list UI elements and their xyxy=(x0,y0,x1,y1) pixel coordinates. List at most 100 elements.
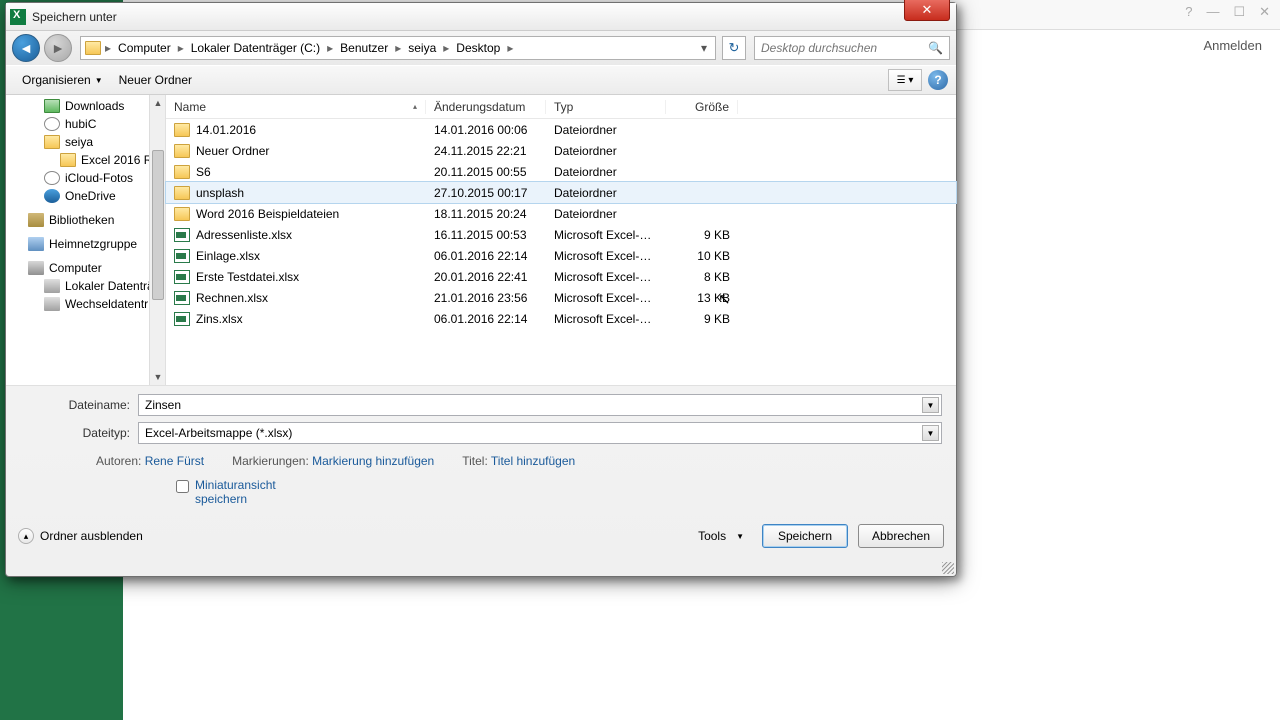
tags-value[interactable]: Markierung hinzufügen xyxy=(312,454,434,468)
file-date: 14.01.2016 00:06 xyxy=(426,123,546,137)
breadcrumb-dropdown[interactable]: ▾ xyxy=(697,41,711,55)
chevron-right-icon[interactable]: ▸ xyxy=(393,41,403,55)
tree-item[interactable]: OneDrive xyxy=(6,187,165,205)
file-row[interactable]: Einlage.xlsx 06.01.2016 22:14 Microsoft … xyxy=(166,245,956,266)
excel-window-controls: ? — ☐ ✕ xyxy=(1185,4,1270,20)
dl-icon xyxy=(44,99,60,113)
tree-item[interactable]: Downloads xyxy=(6,97,165,115)
tools-dropdown[interactable]: Tools▼ xyxy=(690,525,752,547)
folder-icon xyxy=(174,186,190,200)
file-type: Microsoft Excel-Ar... xyxy=(546,312,666,326)
scroll-thumb[interactable] xyxy=(152,150,164,300)
hide-folders-toggle[interactable]: ▴ Ordner ausblenden xyxy=(18,528,143,544)
tree-item[interactable]: Lokaler Datenträg xyxy=(6,277,165,295)
file-name: unsplash xyxy=(196,186,244,200)
tree-item[interactable]: iCloud-Fotos xyxy=(6,169,165,187)
file-row[interactable]: unsplash 27.10.2015 00:17 Dateiordner xyxy=(166,182,956,203)
file-type: Dateiordner xyxy=(546,123,666,137)
chevron-right-icon[interactable]: ▸ xyxy=(176,41,186,55)
tree-item-label: seiya xyxy=(65,135,93,149)
chevron-down-icon: ▼ xyxy=(736,532,744,541)
tree-item[interactable]: Heimnetzgruppe xyxy=(6,235,165,253)
toolbar: Organisieren▼ Neuer Ordner ☰ ▾ ? xyxy=(6,65,956,95)
chevron-down-icon[interactable]: ▼ xyxy=(922,425,939,441)
authors-value[interactable]: Rene Fürst xyxy=(145,454,204,468)
cancel-button[interactable]: Abbrechen xyxy=(858,524,944,548)
sign-in-link[interactable]: Anmelden xyxy=(1203,38,1262,53)
file-name: S6 xyxy=(196,165,211,179)
file-row[interactable]: Adressenliste.xlsx 16.11.2015 00:53 Micr… xyxy=(166,224,956,245)
close-button[interactable]: ✕ xyxy=(904,0,950,21)
breadcrumb-item[interactable]: Desktop xyxy=(453,41,503,55)
file-name: Neuer Ordner xyxy=(196,144,269,158)
tree-item[interactable]: Wechseldatentr xyxy=(6,295,165,313)
title-meta-label: Titel: xyxy=(462,454,488,468)
file-date: 16.11.2015 00:53 xyxy=(426,228,546,242)
organize-button[interactable]: Organisieren▼ xyxy=(14,70,111,90)
column-name[interactable]: Name▴ xyxy=(166,100,426,114)
file-row[interactable]: Erste Testdatei.xlsx 20.01.2016 22:41 Mi… xyxy=(166,266,956,287)
file-row[interactable]: Word 2016 Beispieldateien 18.11.2015 20:… xyxy=(166,203,956,224)
navigation-tree: DownloadshubiC seiya Excel 2016 Rechn iClou… xyxy=(6,95,166,385)
title-meta-value[interactable]: Titel hinzufügen xyxy=(491,454,575,468)
maximize-icon[interactable]: ☐ xyxy=(1233,4,1245,20)
breadcrumb-item[interactable]: Computer xyxy=(115,41,174,55)
scroll-up-icon[interactable]: ▲ xyxy=(150,95,166,111)
tree-scrollbar[interactable]: ▲▼ xyxy=(149,95,165,385)
file-row[interactable]: Neuer Ordner 24.11.2015 22:21 Dateiordne… xyxy=(166,140,956,161)
file-size: 10 KB xyxy=(666,249,738,263)
refresh-button[interactable]: ↻ xyxy=(722,36,746,60)
tree-item[interactable]: seiya xyxy=(6,133,165,151)
new-folder-button[interactable]: Neuer Ordner xyxy=(111,70,200,90)
column-size[interactable]: Größe xyxy=(666,100,738,114)
file-row[interactable]: S6 20.11.2015 00:55 Dateiordner xyxy=(166,161,956,182)
file-row[interactable]: Zins.xlsx 06.01.2016 22:14 Microsoft Exc… xyxy=(166,308,956,329)
tree-item[interactable]: Computer xyxy=(6,259,165,277)
filename-combo[interactable]: ▼ xyxy=(138,394,942,416)
folder-icon xyxy=(44,135,60,149)
folder-icon xyxy=(85,41,101,55)
search-input[interactable] xyxy=(761,41,928,55)
breadcrumb-item[interactable]: Lokaler Datenträger (C:) xyxy=(188,41,323,55)
file-name: Adressenliste.xlsx xyxy=(196,228,292,242)
chevron-right-icon[interactable]: ▸ xyxy=(103,41,113,55)
file-type: Dateiordner xyxy=(546,207,666,221)
help-icon[interactable]: ? xyxy=(1185,4,1192,20)
minimize-icon[interactable]: — xyxy=(1206,4,1219,20)
view-options-button[interactable]: ☰ ▾ xyxy=(888,69,922,91)
filetype-combo[interactable]: Excel-Arbeitsmappe (*.xlsx) ▼ xyxy=(138,422,942,444)
chevron-right-icon[interactable]: ▸ xyxy=(441,41,451,55)
file-row[interactable]: Rechnen.xlsx 21.01.2016 23:56 Microsoft … xyxy=(166,287,956,308)
folder-icon xyxy=(174,123,190,137)
chevron-right-icon[interactable]: ▸ xyxy=(505,41,515,55)
dialog-titlebar: Speichern unter ✕ xyxy=(6,3,956,31)
file-size: 9 KB xyxy=(666,228,738,242)
thumbnail-checkbox[interactable] xyxy=(176,480,189,493)
breadcrumb[interactable]: ▸ Computer ▸ Lokaler Datenträger (C:) ▸ … xyxy=(80,36,716,60)
breadcrumb-item[interactable]: seiya xyxy=(405,41,439,55)
navigation-bar: ◄ ► ▸ Computer ▸ Lokaler Datenträger (C:… xyxy=(6,31,956,65)
column-date[interactable]: Änderungsdatum xyxy=(426,100,546,114)
scroll-down-icon[interactable]: ▼ xyxy=(150,369,166,385)
chevron-right-icon[interactable]: ▸ xyxy=(325,41,335,55)
file-row[interactable]: 14.01.2016 14.01.2016 00:06 Dateiordner xyxy=(166,119,956,140)
tree-item[interactable]: hubiC xyxy=(6,115,165,133)
save-as-dialog: Speichern unter ✕ ◄ ► ▸ Computer ▸ Lokal… xyxy=(5,2,957,577)
help-button[interactable]: ? xyxy=(928,70,948,90)
breadcrumb-item[interactable]: Benutzer xyxy=(337,41,391,55)
save-button[interactable]: Speichern xyxy=(762,524,848,548)
tree-item[interactable]: Bibliotheken xyxy=(6,211,165,229)
filename-input[interactable] xyxy=(145,398,935,412)
close-icon[interactable]: ✕ xyxy=(1259,4,1270,20)
resize-grip[interactable] xyxy=(942,562,954,574)
search-box[interactable]: 🔍 xyxy=(754,36,950,60)
tree-item-label: iCloud-Fotos xyxy=(65,171,133,185)
chevron-down-icon[interactable]: ▼ xyxy=(922,397,939,413)
forward-button[interactable]: ► xyxy=(44,34,72,62)
file-date: 24.11.2015 22:21 xyxy=(426,144,546,158)
back-button[interactable]: ◄ xyxy=(12,34,40,62)
xlsx-icon xyxy=(174,312,190,326)
search-icon[interactable]: 🔍 xyxy=(928,41,943,55)
column-type[interactable]: Typ xyxy=(546,100,666,114)
tree-item[interactable]: Excel 2016 Rechn xyxy=(6,151,165,169)
